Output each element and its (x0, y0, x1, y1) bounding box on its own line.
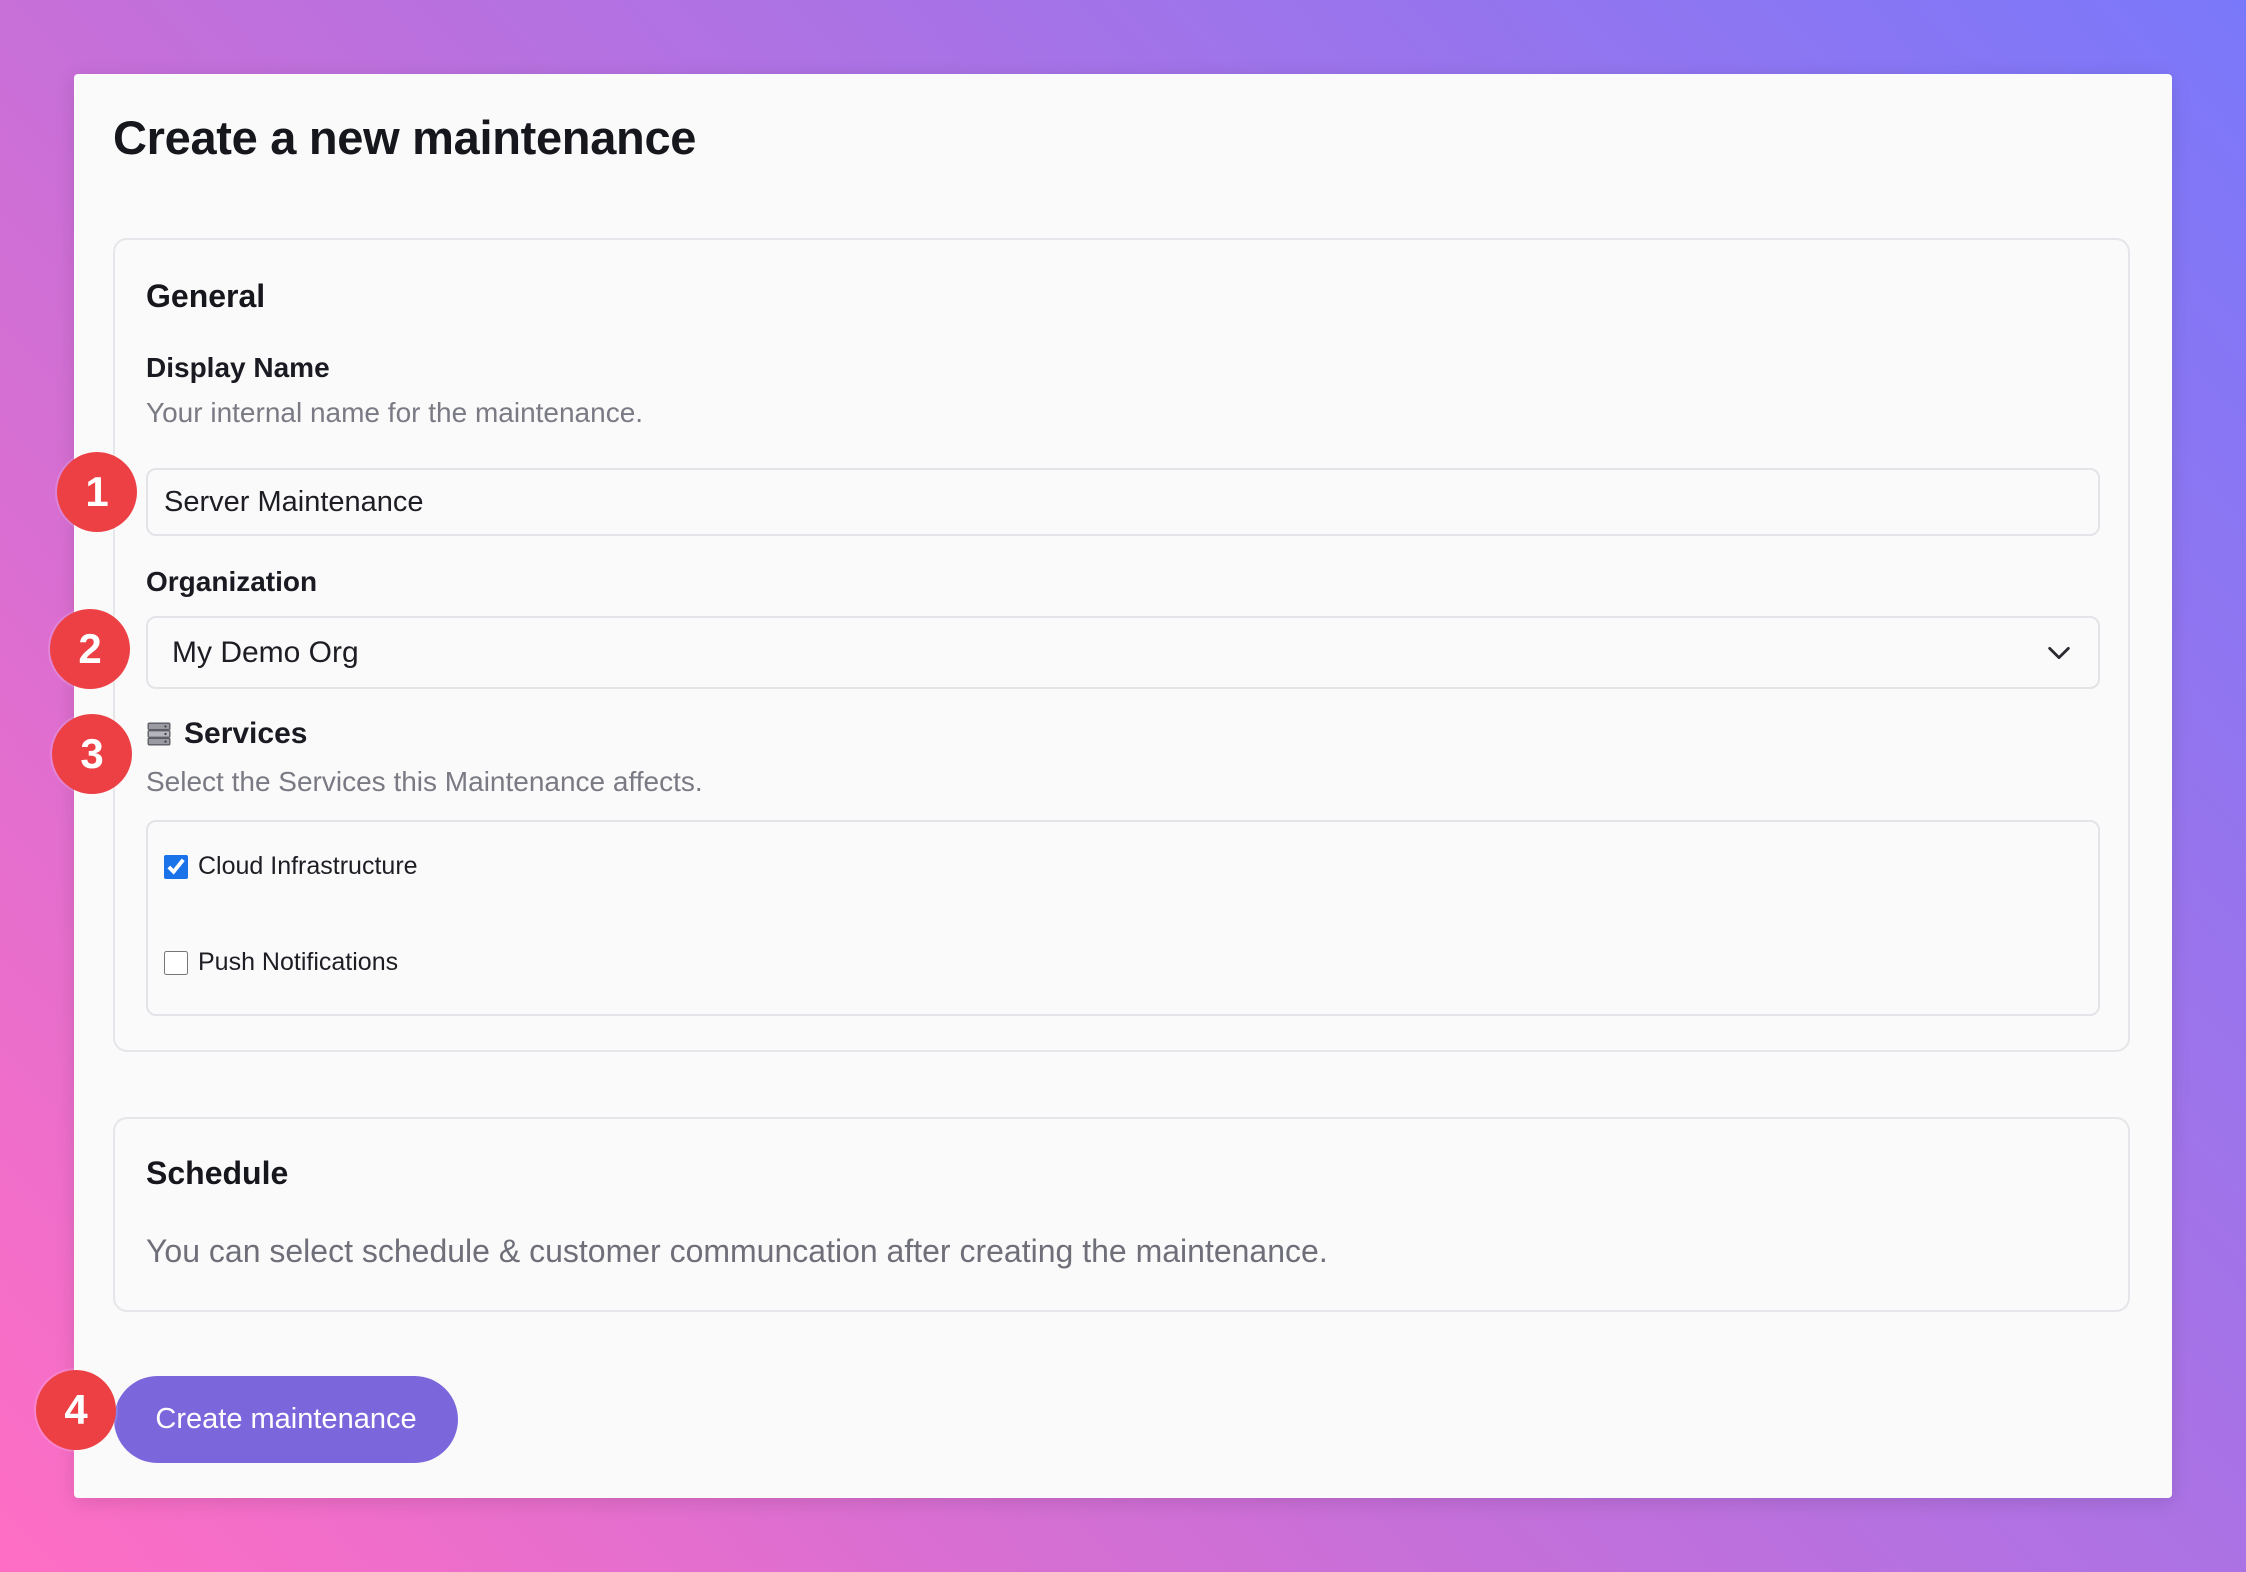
service-item-cloud-infrastructure[interactable]: Cloud Infrastructure (164, 852, 418, 881)
services-list: Cloud Infrastructure Push Notifications (146, 820, 2100, 1016)
page-title: Create a new maintenance (113, 111, 697, 164)
server-icon (146, 721, 172, 747)
organization-selected-value: My Demo Org (172, 635, 359, 669)
annotation-badge-2: 2 (50, 609, 130, 689)
annotation-badge-3: 3 (52, 714, 132, 794)
create-maintenance-button[interactable]: Create maintenance (114, 1376, 458, 1463)
display-name-label: Display Name (146, 352, 330, 383)
services-help: Select the Services this Maintenance aff… (146, 766, 703, 797)
schedule-section: Schedule You can select schedule & custo… (113, 1117, 2130, 1312)
service-item-label: Cloud Infrastructure (198, 852, 418, 880)
general-section-title: General (146, 278, 266, 314)
service-checkbox-cloud-infrastructure[interactable] (164, 854, 188, 879)
chevron-down-icon (2044, 638, 2074, 668)
service-item-push-notifications[interactable]: Push Notifications (164, 948, 398, 977)
schedule-info-text: You can select schedule & customer commu… (146, 1233, 1328, 1269)
general-section: General Display Name Your internal name … (113, 238, 2130, 1052)
display-name-help: Your internal name for the maintenance. (146, 397, 644, 428)
organization-select[interactable]: My Demo Org (146, 616, 2100, 689)
service-item-label: Push Notifications (198, 948, 399, 976)
display-name-input[interactable] (146, 468, 2100, 536)
organization-label: Organization (146, 566, 318, 597)
services-label-row: Services (146, 717, 307, 751)
services-label: Services (184, 717, 308, 750)
schedule-section-title: Schedule (146, 1155, 289, 1191)
maintenance-form-card: Create a new maintenance General Display… (74, 74, 2172, 1498)
service-checkbox-push-notifications[interactable] (164, 950, 188, 975)
annotation-badge-1: 1 (57, 452, 137, 532)
annotation-badge-4: 4 (36, 1370, 116, 1450)
